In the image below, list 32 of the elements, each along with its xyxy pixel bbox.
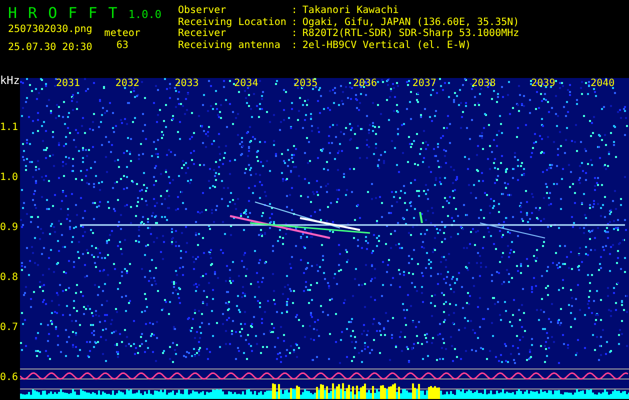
y-axis-label: 0.7 [0, 322, 18, 333]
x-axis-label: 2034 [233, 78, 260, 89]
info-label: Receiver [178, 28, 228, 40]
x-axis-label: 2032 [114, 78, 140, 89]
y-axis-label: 0.6 [0, 372, 18, 383]
y-axis-label: 1.1 [0, 122, 18, 133]
axis-unit: kHz [0, 74, 20, 87]
y-axis-label: 0.9 [0, 222, 18, 233]
x-axis-label: 2033 [174, 78, 200, 89]
info-value: Takanori Kawachi [302, 5, 400, 16]
separator-colon: : [291, 28, 298, 40]
filename-label: 2507302030.png [8, 24, 92, 36]
app-title: H R O F F T [8, 4, 118, 22]
info-label: Receiving antenna [178, 40, 282, 51]
info-value: 2el-HB9CV Vertical (el. E-W) [302, 40, 472, 51]
info-label: Observer [178, 5, 228, 16]
y-axis-label: 0.8 [0, 272, 18, 283]
meteor-label: meteor [104, 28, 140, 40]
x-axis-label: 2040 [590, 78, 616, 89]
separator-colon: : [291, 16, 298, 28]
info-label: Receiving Location [178, 16, 286, 28]
datetime-label: 25.07.30 20:30 [8, 42, 92, 54]
separator-colon: : [291, 40, 298, 51]
separator-colon: : [291, 5, 298, 16]
version-label: 1.0.0 [128, 8, 162, 21]
y-axis-label: 1.0 [0, 172, 18, 183]
x-axis-label: 2035 [292, 78, 319, 89]
x-axis-label: 2031 [54, 78, 82, 89]
x-axis-label: 2037 [411, 78, 438, 89]
info-value: R820T2(RTL-SDR) SDR-Sharp 53.1000MHz [302, 28, 520, 40]
info-value: Ogaki, Gifu, JAPAN (136.60E, 35.35N) [302, 16, 520, 28]
meteor-count: 63 [116, 40, 128, 52]
